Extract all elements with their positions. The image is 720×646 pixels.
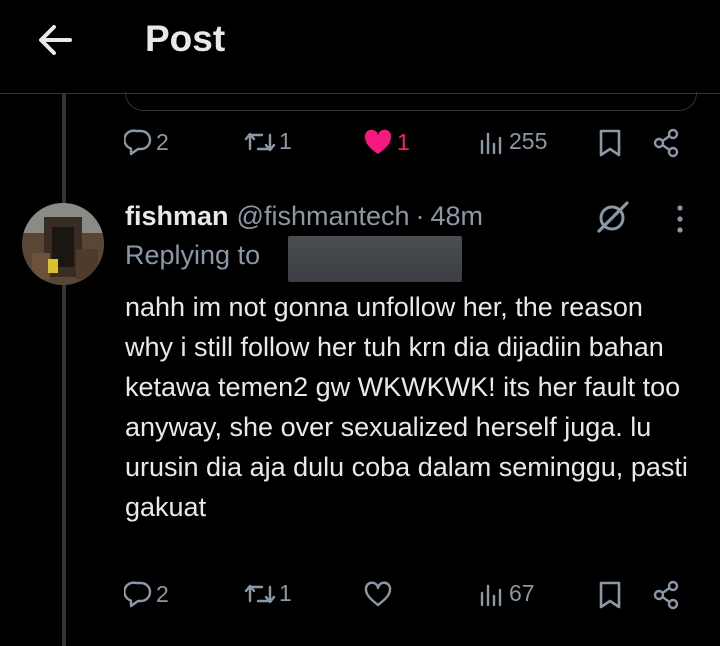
- separator-dot: ·: [415, 200, 425, 231]
- grok-icon: [597, 201, 629, 233]
- bookmark-button[interactable]: [598, 128, 622, 158]
- repost-icon: [244, 584, 276, 603]
- more-options-button[interactable]: [668, 203, 692, 235]
- parent-action-bar: 2 1 1 255: [0, 128, 720, 168]
- repost-count: 1: [279, 128, 292, 154]
- views-button[interactable]: 67: [479, 580, 535, 607]
- avatar[interactable]: [22, 203, 104, 285]
- page-title: Post: [145, 18, 226, 59]
- reply-count: 2: [156, 128, 169, 155]
- like-button[interactable]: [363, 580, 397, 608]
- display-name[interactable]: fishman: [125, 201, 229, 232]
- share-icon: [653, 128, 679, 158]
- arrow-left-icon: [39, 25, 72, 55]
- user-handle[interactable]: @fishmantech: [237, 201, 410, 232]
- share-button[interactable]: [652, 128, 680, 158]
- bookmark-icon: [599, 129, 621, 157]
- header-divider: [0, 93, 720, 94]
- views-chart-icon: [480, 132, 502, 154]
- share-button[interactable]: [652, 580, 680, 610]
- like-button[interactable]: 1: [363, 128, 410, 156]
- heart-outline-icon: [364, 581, 392, 607]
- thread-line: [62, 94, 66, 646]
- post-time[interactable]: 48m: [431, 201, 484, 232]
- avatar-image: [22, 203, 104, 285]
- views-count: 255: [509, 128, 548, 154]
- redacted-username: [288, 236, 462, 282]
- replying-to: Replying to: [125, 240, 260, 271]
- like-count: 1: [397, 128, 410, 155]
- reply-count: 2: [156, 580, 169, 607]
- reply-button[interactable]: 2: [124, 128, 169, 156]
- reply-icon: [124, 129, 152, 156]
- reply-button[interactable]: 2: [124, 580, 169, 608]
- post-text: nahh im not gonna unfollow her, the reas…: [125, 292, 688, 522]
- repost-button[interactable]: 1: [243, 128, 292, 155]
- reply-action-bar: 2 1 67: [0, 580, 720, 620]
- author-line: fishman @fishmantech · 48m: [125, 198, 483, 234]
- top-bar: Post: [0, 0, 720, 92]
- views-button[interactable]: 255: [479, 128, 547, 155]
- bookmark-icon: [599, 581, 621, 609]
- back-button[interactable]: [34, 20, 78, 60]
- share-icon: [653, 580, 679, 610]
- replying-to-label: Replying to: [125, 240, 261, 270]
- reply-icon: [124, 581, 152, 608]
- grok-button[interactable]: [594, 199, 632, 235]
- bookmark-button[interactable]: [598, 580, 622, 610]
- more-vertical-icon: [677, 205, 683, 233]
- repost-count: 1: [279, 580, 292, 606]
- repost-icon: [244, 132, 276, 151]
- repost-button[interactable]: 1: [243, 580, 292, 607]
- views-count: 67: [509, 580, 535, 606]
- views-chart-icon: [480, 584, 502, 606]
- heart-filled-icon: [364, 129, 392, 154]
